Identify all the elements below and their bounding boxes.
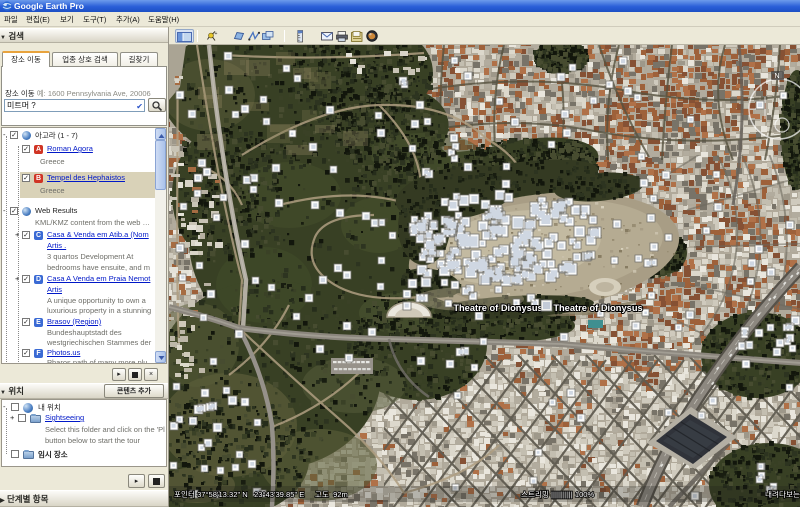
svg-text:포인터 37°58'13.32" N 23°43'39.: 포인터 37°58'13.32" N 23°43'39.85" E 고도 92m (174, 489, 348, 499)
svg-text:+: + (215, 31, 218, 37)
svg-text:Theatre of Dionysus: Theatre of Dionysus (453, 303, 542, 313)
svg-text:스트리밍 ||||||||||| 100%: 스트리밍 ||||||||||| 100% (521, 489, 595, 499)
svg-text:N: N (774, 73, 779, 80)
svg-text:Theatre of Dionysus: Theatre of Dionysus (553, 303, 642, 313)
svg-text:내려다보는 높: 내려다보는 높 (765, 489, 800, 499)
